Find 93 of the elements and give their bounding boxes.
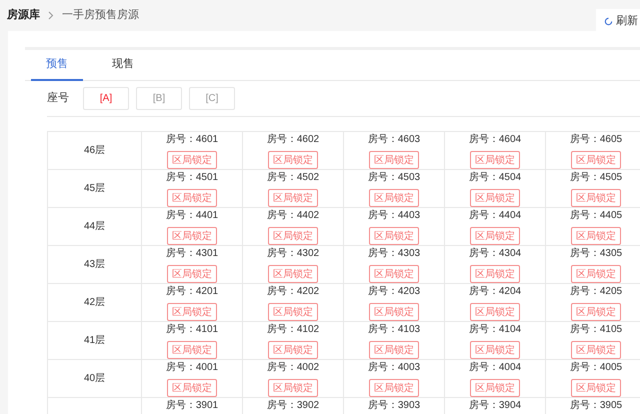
room-number: 房号：4004 xyxy=(468,361,522,375)
floor-label: 46层 xyxy=(84,144,106,158)
status-tag: 区局锁定 xyxy=(470,151,520,169)
status-tag: 区局锁定 xyxy=(369,189,419,207)
room-number: 房号：4605 xyxy=(570,133,622,147)
room-number: 房号：4302 xyxy=(266,247,320,261)
room-number: 房号：4503 xyxy=(368,171,420,185)
status-tag: 区局锁定 xyxy=(369,303,419,321)
status-tag: 区局锁定 xyxy=(369,227,419,245)
room-number: 房号：4204 xyxy=(468,285,522,299)
status-tag: 区局锁定 xyxy=(470,189,520,207)
refresh-button[interactable]: 刷新 xyxy=(596,9,640,33)
status-tag: 区局锁定 xyxy=(268,189,318,207)
room-number: 房号：4003 xyxy=(368,361,420,375)
status-tag: 区局锁定 xyxy=(470,341,520,359)
status-tag: 区局锁定 xyxy=(571,265,621,283)
tab[interactable]: 现售 xyxy=(97,50,149,81)
room-number: 房号：4305 xyxy=(570,247,622,261)
floor-label: 45层 xyxy=(84,182,106,196)
status-tag: 区局锁定 xyxy=(167,303,217,321)
room-number: 房号：4304 xyxy=(468,247,522,261)
floor-label: 41层 xyxy=(84,334,106,348)
room-number: 房号：4104 xyxy=(468,323,522,337)
floor-label: 43层 xyxy=(84,258,106,272)
room-number: 房号：4205 xyxy=(570,285,622,299)
status-tag: 区局锁定 xyxy=(268,265,318,283)
status-tag: 区局锁定 xyxy=(470,265,520,283)
room-number: 房号：4403 xyxy=(368,209,420,223)
seat-option[interactable]: [A] xyxy=(83,87,129,110)
status-tag: 区局锁定 xyxy=(268,379,318,397)
room-number: 房号：4101 xyxy=(166,323,218,337)
room-number: 房号：4103 xyxy=(368,323,420,337)
room-number: 房号：4102 xyxy=(266,323,320,337)
seat-option[interactable]: [B] xyxy=(136,87,182,110)
status-tag: 区局锁定 xyxy=(167,189,217,207)
room-number: 房号：4001 xyxy=(166,361,218,375)
room-number: 房号：4405 xyxy=(570,209,622,223)
room-number: 房号：4404 xyxy=(468,209,522,223)
status-tag: 区局锁定 xyxy=(571,151,621,169)
status-tag: 区局锁定 xyxy=(167,227,217,245)
room-number: 房号：4303 xyxy=(368,247,420,261)
breadcrumb-item[interactable]: 房源库 xyxy=(7,7,40,24)
status-tag: 区局锁定 xyxy=(571,379,621,397)
status-tag: 区局锁定 xyxy=(470,227,520,245)
status-tag: 区局锁定 xyxy=(369,265,419,283)
room-number: 房号：4602 xyxy=(266,133,320,147)
room-number: 房号：4301 xyxy=(166,247,218,261)
room-number: 房号：4402 xyxy=(266,209,320,223)
chevron-icon xyxy=(48,11,54,20)
status-tag: 区局锁定 xyxy=(167,379,217,397)
room-number: 房号：4501 xyxy=(166,171,218,185)
room-number: 房号：4504 xyxy=(468,171,522,185)
status-tag: 区局锁定 xyxy=(369,379,419,397)
status-tag: 区局锁定 xyxy=(571,189,621,207)
status-tag: 区局锁定 xyxy=(571,341,621,359)
status-tag: 区局锁定 xyxy=(167,151,217,169)
status-tag: 区局锁定 xyxy=(268,341,318,359)
refresh-icon xyxy=(604,16,613,26)
seat-option[interactable]: [C] xyxy=(189,87,235,110)
room-number: 房号：4105 xyxy=(570,323,622,337)
status-tag: 区局锁定 xyxy=(268,151,318,169)
status-tag: 区局锁定 xyxy=(167,265,217,283)
room-number: 房号：4505 xyxy=(570,171,622,185)
floor-label: 44层 xyxy=(84,220,106,234)
breadcrumb-item: 一手房预售房源 xyxy=(62,8,139,24)
floor-label: 42层 xyxy=(84,296,106,310)
room-number: 房号：3903 xyxy=(368,399,420,413)
status-tag: 区局锁定 xyxy=(268,227,318,245)
room-number: 房号：3901 xyxy=(166,399,218,413)
room-number: 房号：4502 xyxy=(266,171,320,185)
status-tag: 区局锁定 xyxy=(470,303,520,321)
room-number: 房号：4202 xyxy=(266,285,320,299)
status-tag: 区局锁定 xyxy=(167,341,217,359)
room-number: 房号：3902 xyxy=(266,399,320,413)
room-number: 房号：4005 xyxy=(570,361,622,375)
tab[interactable]: 预售 xyxy=(31,50,83,81)
room-number: 房号：4604 xyxy=(468,133,522,147)
floor-label: 40层 xyxy=(84,372,106,386)
status-tag: 区局锁定 xyxy=(369,341,419,359)
room-number: 房号：4601 xyxy=(166,133,218,147)
room-number: 房号：3904 xyxy=(468,399,522,413)
seat-label: 座号 xyxy=(47,90,69,106)
status-tag: 区局锁定 xyxy=(571,227,621,245)
status-tag: 区局锁定 xyxy=(268,303,318,321)
status-tag: 区局锁定 xyxy=(369,151,419,169)
status-tag: 区局锁定 xyxy=(470,379,520,397)
room-number: 房号：4203 xyxy=(368,285,420,299)
room-number: 房号：4201 xyxy=(166,285,218,299)
room-number: 房号：3905 xyxy=(570,399,622,413)
room-number: 房号：4603 xyxy=(368,133,420,147)
room-number: 房号：4002 xyxy=(266,361,320,375)
room-number: 房号：4401 xyxy=(166,209,218,223)
status-tag: 区局锁定 xyxy=(571,303,621,321)
